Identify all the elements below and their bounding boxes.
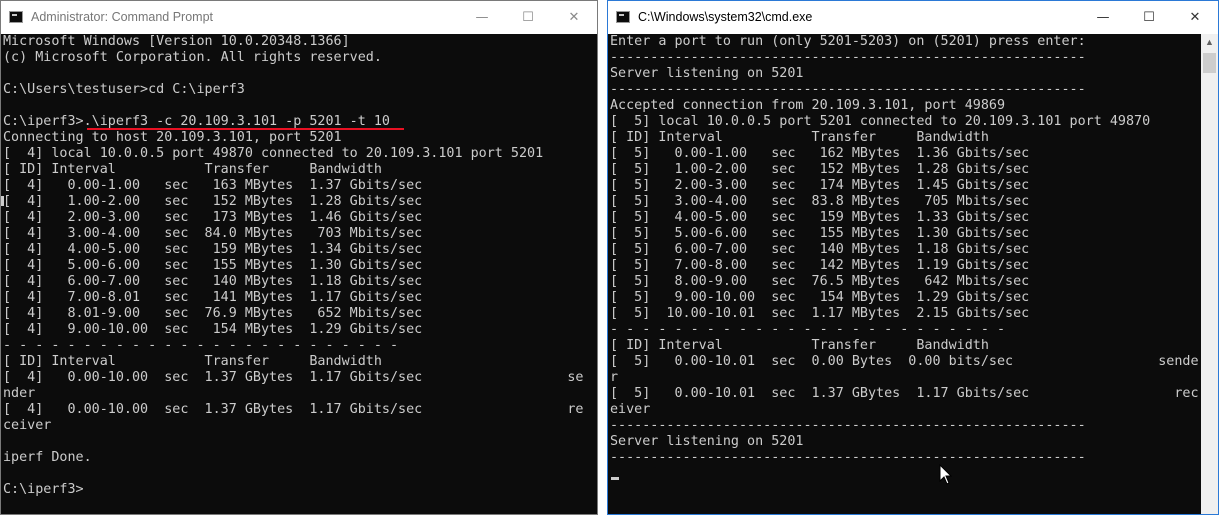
console-line: [ 4] 1.00-2.00 sec 152 MBytes 1.28 Gbits…	[3, 194, 423, 209]
console-line: [ 4] 7.00-8.01 sec 141 MBytes 1.17 Gbits…	[3, 290, 423, 305]
right-titlebar[interactable]: C:\Windows\system32\cmd.exe — ☐ ✕	[608, 1, 1218, 34]
console-output[interactable]: Microsoft Windows [Version 10.0.20348.13…	[3, 34, 597, 514]
console-line: - - - - - - - - - - - - - - - - - - - - …	[610, 322, 1006, 337]
console-line: [ 5] 5.00-6.00 sec 155 MBytes 1.30 Gbits…	[610, 226, 1030, 241]
console-line: Microsoft Windows [Version 10.0.20348.13…	[3, 34, 350, 49]
console-line: [ 4] 3.00-4.00 sec 84.0 MBytes 703 Mbits…	[3, 226, 423, 241]
left-command-prompt-window[interactable]: Administrator: Command Prompt — ☐ ✕ Micr…	[0, 0, 598, 515]
console-line: [ 4] 6.00-7.00 sec 140 MBytes 1.18 Gbits…	[3, 274, 423, 289]
minimize-icon[interactable]: —	[1080, 1, 1126, 34]
console-line: [ 4] 0.00-10.00 sec 1.37 GBytes 1.17 Gbi…	[3, 402, 584, 417]
right-cmd-window[interactable]: C:\Windows\system32\cmd.exe — ☐ ✕ Enter …	[607, 0, 1219, 515]
console-line: [ 5] 10.00-10.01 sec 1.17 MBytes 2.15 Gb…	[610, 306, 1030, 321]
console-line: [ 5] local 10.0.0.5 port 5201 connected …	[610, 114, 1151, 129]
console-line: [ 5] 4.00-5.00 sec 159 MBytes 1.33 Gbits…	[610, 210, 1030, 225]
console-line: [ 4] 4.00-5.00 sec 159 MBytes 1.34 Gbits…	[3, 242, 423, 257]
console-line: [ 4] 8.01-9.00 sec 76.9 MBytes 652 Mbits…	[3, 306, 423, 321]
console-line: iperf Done.	[3, 450, 92, 465]
console-line: C:\iperf3>	[3, 482, 84, 497]
console-line: [ ID] Interval Transfer Bandwidth	[610, 338, 989, 353]
console-line: [ 4] 5.00-6.00 sec 155 MBytes 1.30 Gbits…	[3, 258, 423, 273]
scroll-up-icon[interactable]: ▲	[1201, 34, 1218, 51]
console-line: [ 5] 7.00-8.00 sec 142 MBytes 1.19 Gbits…	[610, 258, 1030, 273]
console-line: ----------------------------------------…	[610, 418, 1086, 433]
window-title: C:\Windows\system32\cmd.exe	[638, 10, 813, 24]
console-line: [ 4] 2.00-3.00 sec 173 MBytes 1.46 Gbits…	[3, 210, 423, 225]
console-line: [ 5] 8.00-9.00 sec 76.5 MBytes 642 Mbits…	[610, 274, 1030, 289]
minimize-icon[interactable]: —	[459, 1, 505, 34]
scroll-thumb[interactable]	[1203, 53, 1216, 73]
console-line: [ 4] local 10.0.0.5 port 49870 connected…	[3, 146, 544, 161]
text-cursor	[611, 477, 619, 480]
cmd-icon	[616, 11, 630, 23]
console-line: [ 5] 9.00-10.00 sec 154 MBytes 1.29 Gbit…	[610, 290, 1030, 305]
console-line: [ ID] Interval Transfer Bandwidth	[610, 130, 989, 145]
console-line: [ 5] 0.00-10.01 sec 0.00 Bytes 0.00 bits…	[610, 354, 1199, 369]
console-line: [ 5] 0.00-1.00 sec 162 MBytes 1.36 Gbits…	[610, 146, 1030, 161]
console-line: Accepted connection from 20.109.3.101, p…	[610, 98, 1006, 113]
console-line: ----------------------------------------…	[610, 82, 1086, 97]
maximize-icon[interactable]: ☐	[1126, 1, 1172, 34]
console-line: nder	[3, 386, 36, 401]
command-underline-annotation	[87, 128, 404, 130]
left-titlebar[interactable]: Administrator: Command Prompt — ☐ ✕	[1, 1, 597, 34]
console-line: [ ID] Interval Transfer Bandwidth	[3, 162, 382, 177]
close-icon[interactable]: ✕	[1172, 1, 1218, 34]
console-line: r	[610, 370, 619, 385]
console-output[interactable]: Enter a port to run (only 5201-5203) on …	[610, 34, 1201, 514]
console-line: [ ID] Interval Transfer Bandwidth	[3, 354, 382, 369]
console-line: [ 4] 9.00-10.00 sec 154 MBytes 1.29 Gbit…	[3, 322, 423, 337]
console-line: Server listening on 5201	[610, 66, 804, 81]
console-edge-mark	[1, 196, 4, 206]
console-line: Connecting to host 20.109.3.101, port 52…	[3, 130, 342, 145]
vertical-scrollbar[interactable]: ▲	[1201, 34, 1218, 514]
close-icon[interactable]: ✕	[551, 1, 597, 34]
console-line: [ 5] 2.00-3.00 sec 174 MBytes 1.45 Gbits…	[610, 178, 1030, 193]
console-line: ----------------------------------------…	[610, 50, 1086, 65]
console-line: Enter a port to run (only 5201-5203) on …	[610, 34, 1086, 49]
console-line: [ 5] 6.00-7.00 sec 140 MBytes 1.18 Gbits…	[610, 242, 1030, 257]
console-line: Server listening on 5201	[610, 434, 804, 449]
console-line: [ 4] 0.00-10.00 sec 1.37 GBytes 1.17 Gbi…	[3, 370, 584, 385]
console-line: - - - - - - - - - - - - - - - - - - - - …	[3, 338, 399, 353]
maximize-icon[interactable]: ☐	[505, 1, 551, 34]
console-line: [ 5] 0.00-10.01 sec 1.37 GBytes 1.17 Gbi…	[610, 386, 1199, 401]
window-title: Administrator: Command Prompt	[31, 10, 214, 24]
console-line: (c) Microsoft Corporation. All rights re…	[3, 50, 382, 65]
console-line: ceiver	[3, 418, 52, 433]
console-line: [ 4] 0.00-1.00 sec 163 MBytes 1.37 Gbits…	[3, 178, 423, 193]
cmd-icon	[9, 11, 23, 23]
console-line: [ 5] 1.00-2.00 sec 152 MBytes 1.28 Gbits…	[610, 162, 1030, 177]
mouse-pointer-icon	[939, 464, 953, 485]
console-line: eiver	[610, 402, 651, 417]
console-line: [ 5] 3.00-4.00 sec 83.8 MBytes 705 Mbits…	[610, 194, 1030, 209]
console-line: C:\Users\testuser>cd C:\iperf3	[3, 82, 245, 97]
console-line: ----------------------------------------…	[610, 450, 1086, 465]
